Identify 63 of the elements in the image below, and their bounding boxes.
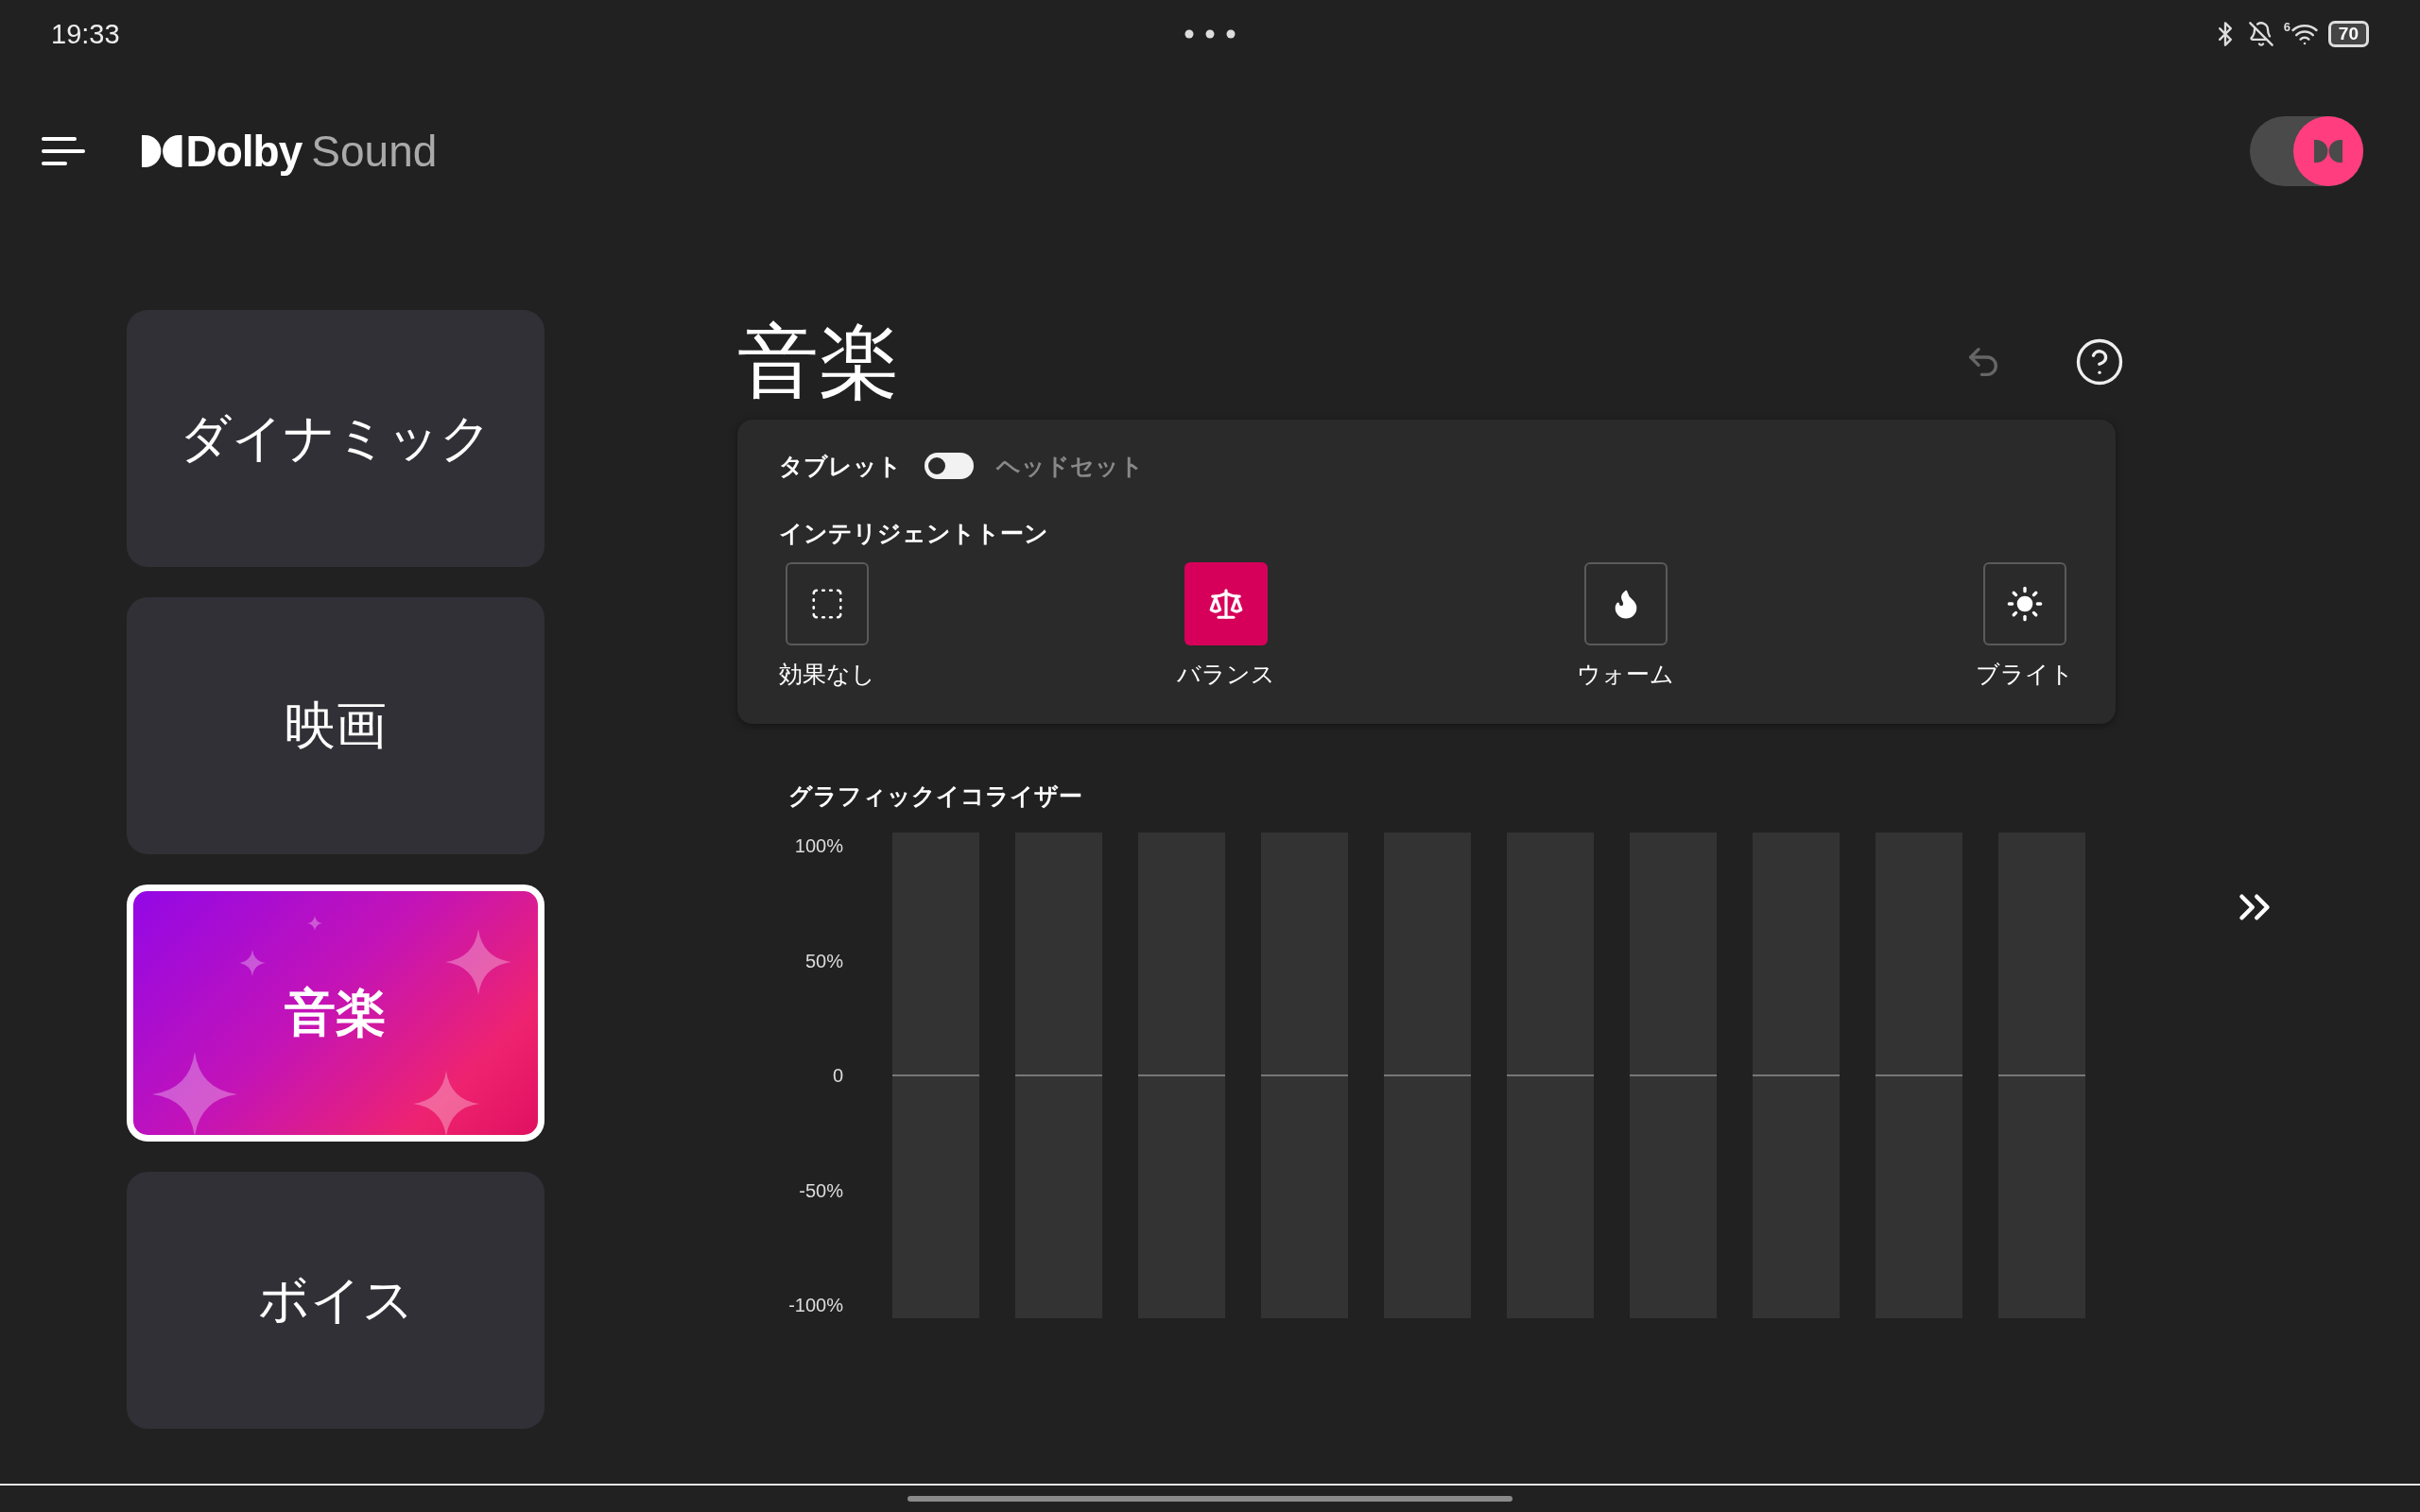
dolby-logo-icon bbox=[142, 134, 182, 167]
eq-level-line[interactable] bbox=[1876, 1074, 1962, 1076]
battery-level: 70 bbox=[2327, 21, 2369, 47]
wifi-number-label: 6 bbox=[2283, 20, 2290, 34]
eq-slider-track[interactable] bbox=[1384, 833, 1471, 1318]
tone-button[interactable] bbox=[1583, 562, 1668, 645]
menu-icon bbox=[42, 134, 85, 167]
eq-slider-track[interactable] bbox=[1753, 833, 1840, 1318]
sparkle-icon bbox=[445, 929, 511, 995]
tone-label: 効果なし bbox=[779, 660, 875, 689]
status-time: 19:33 bbox=[51, 18, 121, 50]
eq-level-line[interactable] bbox=[1261, 1074, 1348, 1076]
axis-tick-label: 50% bbox=[804, 949, 843, 972]
muted-bell-icon bbox=[2247, 21, 2274, 47]
section-title: グラフィックイコライザー bbox=[788, 782, 1083, 811]
more-dots-icon bbox=[1184, 29, 1236, 39]
profile-card[interactable]: ダイナミック bbox=[127, 310, 544, 567]
dashed-square-icon bbox=[809, 586, 845, 622]
profile-card[interactable]: 映画 bbox=[127, 597, 544, 854]
eq-level-line[interactable] bbox=[892, 1074, 979, 1076]
section-title: インテリジェントトーン bbox=[779, 519, 1049, 548]
eq-slider-track[interactable] bbox=[1138, 833, 1225, 1318]
axis-tick-label: -50% bbox=[799, 1178, 843, 1202]
profile-card[interactable]: 音楽 bbox=[127, 885, 544, 1142]
sparkle-icon bbox=[152, 1052, 237, 1135]
eq-slider-track[interactable] bbox=[892, 833, 979, 1318]
output-toggle[interactable] bbox=[925, 453, 974, 479]
eq-level-line[interactable] bbox=[1015, 1074, 1102, 1076]
sparkle-icon bbox=[413, 1071, 479, 1135]
page-title: 音楽 bbox=[737, 314, 901, 408]
menu-button[interactable] bbox=[42, 134, 85, 167]
tone-label: ウォーム bbox=[1577, 660, 1674, 689]
eq-slider-track[interactable] bbox=[1998, 833, 2085, 1318]
sparkle-icon bbox=[239, 950, 266, 976]
profile-card[interactable]: ボイス bbox=[127, 1172, 544, 1429]
output-label: タブレット bbox=[779, 451, 902, 481]
eq-slider-track[interactable] bbox=[1015, 833, 1102, 1318]
eq-level-line[interactable] bbox=[1630, 1074, 1717, 1076]
scale-icon bbox=[1208, 586, 1244, 622]
axis-tick-label: -100% bbox=[788, 1294, 843, 1316]
help-icon bbox=[2074, 336, 2125, 387]
output-label: ヘッドセット bbox=[996, 451, 1144, 481]
eq-level-line[interactable] bbox=[1753, 1074, 1840, 1076]
eq-slider-track[interactable] bbox=[1507, 833, 1594, 1318]
axis-tick-label: 0 bbox=[832, 1064, 843, 1087]
eq-slider-track[interactable] bbox=[1876, 833, 1962, 1318]
home-indicator[interactable] bbox=[908, 1496, 1512, 1502]
axis-tick-label: 100% bbox=[794, 834, 843, 857]
product-name: Sound bbox=[311, 125, 438, 177]
eq-level-line[interactable] bbox=[1998, 1074, 2085, 1076]
eq-level-line[interactable] bbox=[1138, 1074, 1225, 1076]
sun-icon bbox=[2006, 585, 2044, 623]
eq-slider-track[interactable] bbox=[1261, 833, 1348, 1318]
dolby-logo-icon bbox=[2314, 139, 2342, 163]
eq-level-line[interactable] bbox=[1384, 1074, 1471, 1076]
help-button[interactable] bbox=[2074, 336, 2125, 387]
tone-label: バランス bbox=[1177, 660, 1275, 689]
tone-label: ブライト bbox=[1976, 660, 2074, 689]
eq-level-line[interactable] bbox=[1507, 1074, 1594, 1076]
sparkle-icon bbox=[307, 916, 322, 931]
tone-button[interactable] bbox=[1983, 562, 2066, 645]
eq-slider-track[interactable] bbox=[1630, 833, 1717, 1318]
brand-name: Dolby bbox=[185, 125, 302, 177]
